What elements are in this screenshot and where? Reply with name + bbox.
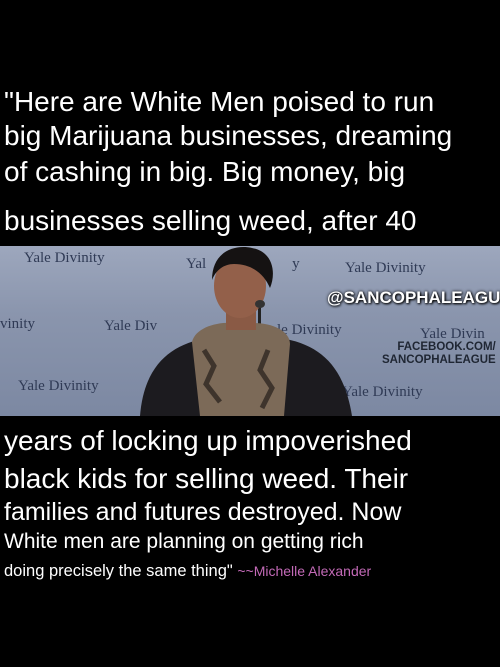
quote-line-4: businesses selling weed, after 40 — [4, 205, 417, 236]
banner-text: vinity — [0, 316, 36, 332]
banner-text: Yale Divinity — [18, 378, 99, 394]
meme-image: "Here are White Men poised to run big Ma… — [0, 0, 500, 667]
quote-line-8: White men are planning on getting rich — [4, 530, 364, 553]
quote-line-9: doing precisely the same thing" ~~Michel… — [4, 562, 371, 581]
banner-text: Yale Divinity — [24, 250, 105, 266]
watermark-facebook: FACEBOOK.COM/ SANCOPHALEAGUE — [382, 341, 496, 366]
quote-line-3: of cashing in big. Big money, big — [4, 156, 406, 187]
quote-line-5: years of locking up impoverished — [4, 425, 412, 456]
quote-line-1: "Here are White Men poised to run — [4, 86, 435, 117]
speaker-figure — [140, 247, 352, 416]
quote-line-6: black kids for selling weed. Their — [4, 463, 409, 494]
speaker-photo: Yale Divinity Yal y Yale Divinity vinity … — [0, 246, 500, 416]
quote-line-7: families and futures destroyed. Now — [4, 498, 402, 526]
attribution: ~~Michelle Alexander — [237, 563, 372, 579]
quote-line-2: big Marijuana businesses, dreaming — [4, 120, 453, 151]
quote-closing-text: doing precisely the same thing" — [4, 562, 233, 580]
watermark-handle: @SANCOPHALEAGUE — [327, 288, 500, 307]
